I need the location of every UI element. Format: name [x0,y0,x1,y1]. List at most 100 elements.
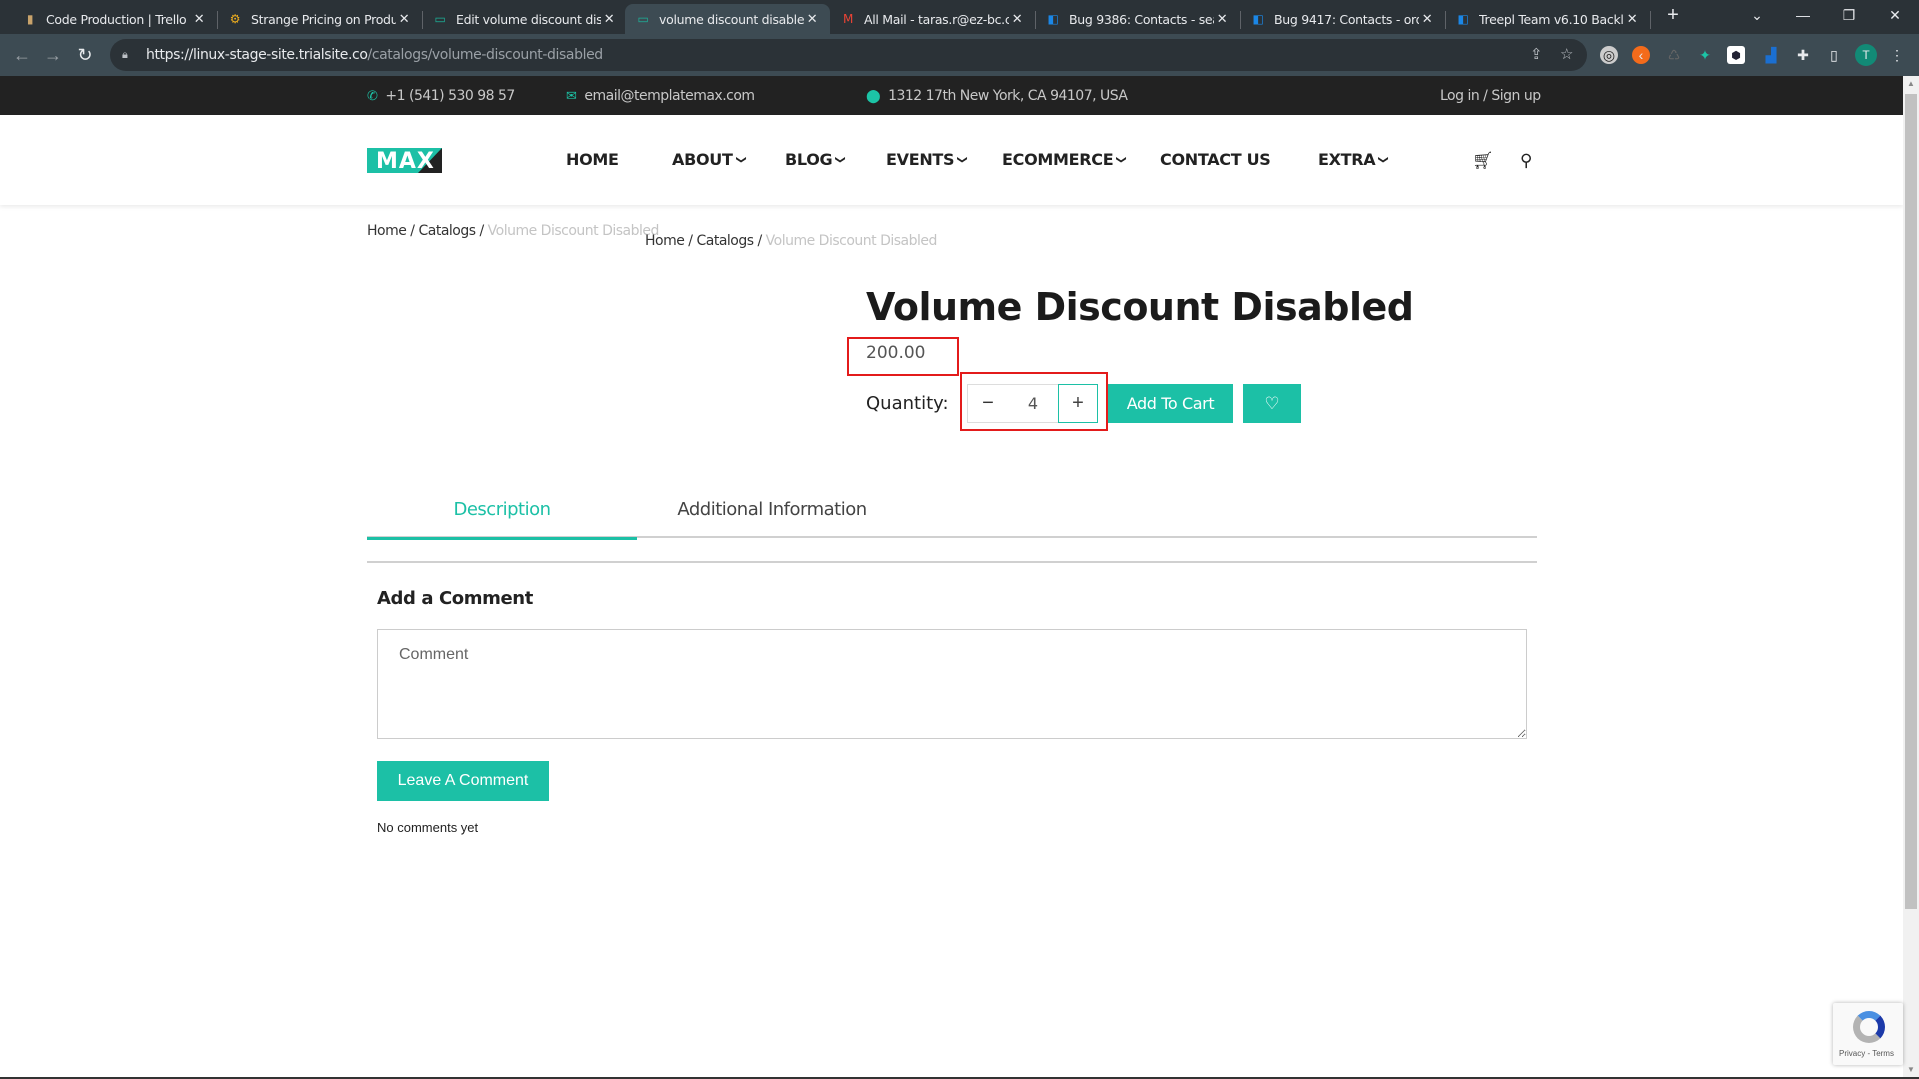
breadcrumb-catalogs[interactable]: Catalogs [418,223,476,239]
tab-description[interactable]: Description [367,495,637,540]
close-tab-icon[interactable]: ✕ [396,12,412,27]
browser-tab-title: Bug 9386: Contacts - searc [1069,11,1214,27]
breadcrumb-separator: / [406,223,419,239]
topbar-phone[interactable]: ✆ +1 (541) 530 98 57 [367,88,515,104]
monitor-icon: ▭ [637,12,649,26]
nav-label: CONTACT US [1160,150,1271,169]
scroll-up-arrow-icon[interactable]: ▲ [1903,76,1919,92]
page-scrollbar[interactable]: ▲ ▼ [1903,76,1919,1078]
close-tab-icon[interactable]: ✕ [601,12,617,27]
url-text: https://linux-stage-site.trialsite.co/ca… [146,47,603,63]
back-icon[interactable]: ← [10,43,34,67]
tab-content-divider [367,561,1537,563]
site-logo[interactable]: MAX [367,148,442,173]
no-comments-text: No comments yet [377,820,479,835]
comment-textarea[interactable] [377,629,1527,739]
scrollbar-thumb[interactable] [1905,94,1917,909]
price-highlight-box [847,337,959,376]
nav-extra[interactable]: EXTRA ❯ [1318,150,1389,169]
url-host: https://linux-stage-site.trialsite.co [146,47,368,63]
scroll-down-arrow-icon[interactable]: ▼ [1903,1062,1919,1078]
recaptcha-badge[interactable]: Privacy - Terms [1833,1003,1903,1065]
close-tab-icon[interactable]: ✕ [191,12,207,27]
nav-label: BLOG [785,150,833,169]
breadcrumb-current: Volume Discount Disabled [487,223,660,239]
nav-ecommerce[interactable]: ECOMMERCE ❯ [1002,150,1127,169]
close-tab-icon[interactable]: ✕ [804,12,820,27]
chevron-down-icon: ❯ [735,155,747,164]
close-window-icon[interactable]: ✕ [1872,0,1918,30]
gear-icon: ⚙ [229,12,241,26]
cart-icon[interactable]: 🛒︎ [1472,151,1494,171]
phone-text: +1 (541) 530 98 57 [385,88,515,104]
leave-comment-button[interactable]: Leave A Comment [377,761,549,801]
breadcrumb-home[interactable]: Home [367,223,407,239]
browser-tab[interactable]: ▮ Code Production | Trello ✕ [12,4,218,34]
azure-devops-icon: ◧ [1457,12,1469,26]
chevron-down-icon: ❯ [834,155,846,164]
browser-tab[interactable]: ◧ Treepl Team v6.10 Backlog ✕ [1445,4,1651,34]
side-panel-icon[interactable]: ▯ [1823,44,1845,66]
extension-chart-icon[interactable]: ▟ [1760,44,1782,66]
browser-tab[interactable]: ◧ Bug 9386: Contacts - searc✕ [1035,4,1241,34]
nav-blog[interactable]: BLOG ❯ [785,150,846,169]
extension-recycle-icon[interactable]: ♺ [1663,44,1685,66]
close-tab-icon[interactable]: ✕ [1214,12,1230,27]
restore-icon[interactable]: ❐ [1826,0,1872,30]
nav-events[interactable]: EVENTS ❯ [886,150,968,169]
close-tab-icon[interactable]: ✕ [1624,12,1640,27]
profile-avatar[interactable]: T [1855,44,1877,66]
monitor-icon: ▭ [434,12,446,26]
add-to-cart-button[interactable]: Add To Cart [1108,384,1233,423]
browser-tab-strip: ▮ Code Production | Trello ✕ ⚙ Strange Prici… [0,0,1919,34]
browser-toolbar: ← → ↻ 🔒︎ https://linux-stage-site.trials… [0,34,1919,76]
login-signup-link[interactable]: Log in / Sign up [1440,88,1541,104]
tab-additional-information[interactable]: Additional Information [637,495,907,538]
nav-label: HOME [566,150,619,169]
recaptcha-terms[interactable]: Privacy - Terms [1839,1049,1894,1058]
breadcrumb-separator: / [684,233,697,249]
breadcrumb-separator: / [475,223,488,239]
wishlist-button[interactable]: ♡ [1243,384,1301,423]
nav-contact-us[interactable]: CONTACT US [1160,150,1271,169]
close-tab-icon[interactable]: ✕ [1419,12,1435,27]
address-bar[interactable]: 🔒︎ https://linux-stage-site.trialsite.co… [110,39,1587,71]
browser-tab[interactable]: ◧ Bug 9417: Contacts - orde ✕ [1240,4,1446,34]
breadcrumb-catalogs[interactable]: Catalogs [696,233,754,249]
extension-orange-icon[interactable]: ‹ [1632,46,1650,64]
browser-tab[interactable]: M All Mail - taras.r@ez-bc.cc ✕ [830,4,1036,34]
trello-icon: ▮ [26,12,34,26]
nav-label: EXTRA [1318,150,1376,169]
tab-search-icon[interactable]: ⌄ [1734,0,1780,30]
browser-menu-icon[interactable]: ⋮ [1886,44,1908,66]
breadcrumb-home[interactable]: Home [645,233,685,249]
breadcrumb-duplicate: Home / Catalogs / Volume Discount Disabl… [645,233,937,249]
new-tab-button[interactable]: + [1650,0,1696,30]
browser-tab[interactable]: ⚙ Strange Pricing on Produc ✕ [217,4,423,34]
browser-tab-title: Strange Pricing on Produc [251,11,396,27]
share-icon[interactable]: ⇪ [1530,45,1543,63]
extension-green-icon[interactable]: ✦ [1694,44,1716,66]
bookmark-star-icon[interactable]: ☆ [1560,45,1573,63]
browser-tab-title: Bug 9417: Contacts - orde [1274,11,1419,27]
close-tab-icon[interactable]: ✕ [1009,12,1025,27]
site-topbar: ✆ +1 (541) 530 98 57 ✉ email@templatemax.c… [0,76,1903,115]
search-icon[interactable]: ⚲ [1520,151,1532,171]
recaptcha-logo-icon [1853,1011,1885,1043]
extensions-puzzle-icon[interactable]: ✚ [1792,44,1814,66]
nav-about[interactable]: ABOUT ❯ [672,150,747,169]
extension-shield-icon[interactable]: ⬢ [1727,46,1745,64]
reload-icon[interactable]: ↻ [73,43,97,67]
envelope-icon: ✉ [566,88,577,104]
browser-tab[interactable]: ▭ volume discount disabled ✕ [625,4,830,34]
browser-tab[interactable]: ▭ Edit volume discount disa ✕ [422,4,627,34]
chevron-down-icon: ❯ [956,155,968,164]
forward-icon[interactable]: → [41,43,65,67]
topbar-email[interactable]: ✉ email@templatemax.com [566,88,755,104]
logo-text: MAX [376,149,435,173]
minimize-icon[interactable]: — [1780,0,1826,30]
email-text: email@templatemax.com [584,88,755,104]
extension-link-icon[interactable]: ◎ [1600,46,1618,64]
site-header: MAX HOME ABOUT ❯ BLOG ❯ EVENTS ❯ ECOMMERCE ❯… [0,115,1903,205]
nav-home[interactable]: HOME [566,150,619,169]
